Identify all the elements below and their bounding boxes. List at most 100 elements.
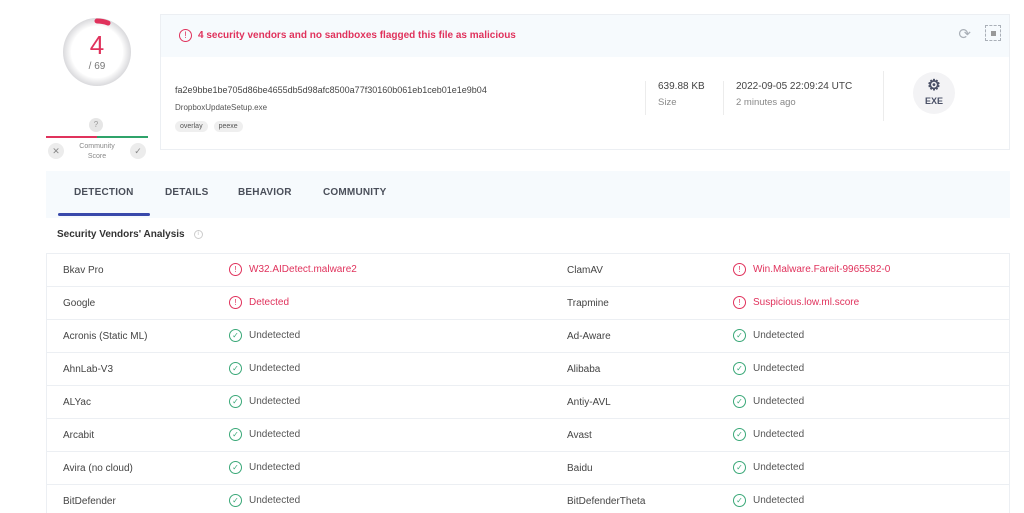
active-tab-indicator xyxy=(58,213,150,216)
table-row: Bkav Pro! W32.AIDetect.malware2 ClamAV! Win… xyxy=(47,254,1009,287)
card-header: ! 4 security vendors and no sandboxes fl… xyxy=(161,15,1009,57)
detection-result: ✓ Undetected xyxy=(229,461,300,474)
analysis-date-value: 2022-09-05 22:09:24 UTC xyxy=(736,81,853,92)
tab-bar: DETECTION DETAILS BEHAVIOR COMMUNITY xyxy=(46,171,1010,218)
community-negative-bar xyxy=(46,136,97,138)
divider xyxy=(883,71,884,121)
check-circle-icon: ✓ xyxy=(229,395,242,408)
detection-result: ✓ Undetected xyxy=(229,362,300,375)
tab-detection[interactable]: DETECTION xyxy=(74,187,134,198)
vote-harmless-button[interactable]: ✓ xyxy=(130,143,146,159)
detection-result: ✓ Undetected xyxy=(733,362,804,375)
tab-details[interactable]: DETAILS xyxy=(165,187,208,198)
result-text: Undetected xyxy=(753,429,805,440)
file-name: DropboxUpdateSetup.exe xyxy=(175,103,268,112)
malicious-alert: ! 4 security vendors and no sandboxes fl… xyxy=(179,29,516,42)
detection-score-widget: 4 / 69 ? ✕ Community Score ✓ xyxy=(46,8,148,160)
detection-result: ✓ Undetected xyxy=(229,494,300,507)
result-text: Undetected xyxy=(249,462,301,473)
detection-result: ✓ Undetected xyxy=(733,461,804,474)
vote-harmful-button[interactable]: ✕ xyxy=(48,143,64,159)
result-text: Suspicious.low.ml.score xyxy=(753,297,860,308)
file-hash[interactable]: fa2e9bbe1be705d86be4655db5d98afc8500a77f… xyxy=(175,85,487,95)
detection-result: ✓ Undetected xyxy=(229,395,300,408)
result-text: Undetected xyxy=(249,396,301,407)
vendor-name: Bkav Pro xyxy=(63,265,104,276)
detection-result: ! W32.AIDetect.malware2 xyxy=(229,263,357,276)
section-title: Security Vendors' Analysis i xyxy=(57,229,203,240)
detection-result: ! Suspicious.low.ml.score xyxy=(733,296,859,309)
result-text: Undetected xyxy=(249,330,301,341)
vendor-name: BitDefender xyxy=(63,496,116,507)
alert-circle-icon: ! xyxy=(733,263,746,276)
alert-text: 4 security vendors and no sandboxes flag… xyxy=(198,30,516,41)
check-circle-icon: ✓ xyxy=(733,329,746,342)
analysis-date: 2022-09-05 22:09:24 UTC 2 minutes ago xyxy=(723,81,852,115)
vendor-name: ALYac xyxy=(63,397,91,408)
file-size-label: Size xyxy=(658,97,677,108)
vendor-name: Google xyxy=(63,298,96,309)
result-text: Undetected xyxy=(753,462,805,473)
community-positive-bar xyxy=(97,136,148,138)
community-score-bar xyxy=(46,136,148,138)
check-circle-icon: ✓ xyxy=(733,494,746,507)
tag-peexe[interactable]: peexe xyxy=(213,121,243,132)
tab-community[interactable]: COMMUNITY xyxy=(323,187,386,198)
community-score-value: ? xyxy=(89,118,103,132)
vendor-name: Ad-Aware xyxy=(567,331,611,342)
file-size-value: 639.88 KB xyxy=(658,81,705,92)
result-text: Undetected xyxy=(249,495,301,506)
gauge-detection-arc xyxy=(94,18,111,26)
file-tags: overlay peexe xyxy=(175,121,243,132)
vendor-name: Antiy-AVL xyxy=(567,397,611,408)
vendor-name: BitDefenderTheta xyxy=(567,496,646,507)
table-row: ALYac ✓ Undetected Antiy-AVL ✓ Undetected xyxy=(47,386,1009,419)
check-circle-icon: ✓ xyxy=(733,395,746,408)
tag-overlay[interactable]: overlay xyxy=(175,121,208,132)
detection-count: 4 xyxy=(89,30,105,60)
section-title-text: Security Vendors' Analysis xyxy=(57,229,185,240)
vendor-name: Trapmine xyxy=(567,298,609,309)
detection-result: ✓ Undetected xyxy=(733,428,804,441)
detection-result: ✓ Undetected xyxy=(733,395,804,408)
detection-result: ! Win.Malware.Fareit-9965582-0 xyxy=(733,263,890,276)
alert-icon: ! xyxy=(179,29,192,42)
vendor-name: AhnLab-V3 xyxy=(63,364,114,375)
tab-behavior[interactable]: BEHAVIOR xyxy=(238,187,292,198)
vendor-name: Baidu xyxy=(567,463,593,474)
detection-result: ✓ Undetected xyxy=(229,428,300,441)
alert-circle-icon: ! xyxy=(229,263,242,276)
reanalyze-icon[interactable]: ⟳ xyxy=(958,25,971,43)
check-circle-icon: ✓ xyxy=(733,362,746,375)
table-row: BitDefender ✓ Undetected BitDefenderTheta ✓ U… xyxy=(47,485,1009,513)
vendor-name: Acronis (Static ML) xyxy=(63,331,148,342)
vendor-name: Avira (no cloud) xyxy=(63,463,133,474)
check-circle-icon: ✓ xyxy=(229,428,242,441)
file-size: 639.88 KB Size xyxy=(645,81,705,115)
graph-view-icon[interactable] xyxy=(985,25,1001,41)
result-text: Win.Malware.Fareit-9965582-0 xyxy=(753,264,891,275)
result-text: Undetected xyxy=(753,363,805,374)
community-label-line2: Score xyxy=(87,153,107,160)
vendor-name: Alibaba xyxy=(567,364,601,375)
vendor-name: Avast xyxy=(567,430,592,441)
info-icon[interactable]: i xyxy=(193,230,203,239)
result-text: W32.AIDetect.malware2 xyxy=(249,264,357,275)
header-actions: ⟳ xyxy=(958,25,1001,43)
alert-circle-icon: ! xyxy=(733,296,746,309)
result-text: Undetected xyxy=(753,396,805,407)
exe-file-icon: ⚙ xyxy=(927,77,941,94)
result-text: Undetected xyxy=(249,363,301,374)
table-row: Acronis (Static ML) ✓ Undetected Ad-Aware ✓ U… xyxy=(47,320,1009,353)
table-row: Google! Detected Trapmine! Suspicious.low.m… xyxy=(47,287,1009,320)
table-row: Avira (no cloud) ✓ Undetected Baidu ✓ Undetec… xyxy=(47,452,1009,485)
detection-result: ✓ Undetected xyxy=(733,494,804,507)
detection-result: ✓ Undetected xyxy=(229,329,300,342)
alert-circle-icon: ! xyxy=(229,296,242,309)
result-text: Undetected xyxy=(753,330,805,341)
check-circle-icon: ✓ xyxy=(229,329,242,342)
result-text: Undetected xyxy=(249,429,301,440)
result-text: Detected xyxy=(249,297,290,308)
vendor-name: ClamAV xyxy=(567,265,603,276)
community-score-label: Community Score xyxy=(66,142,128,162)
